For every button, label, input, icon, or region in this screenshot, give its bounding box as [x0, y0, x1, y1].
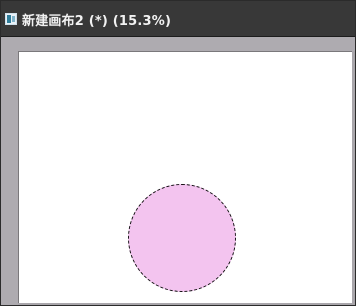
drawing-canvas[interactable]	[18, 51, 352, 303]
window-title: 新建画布2 (*) (15.3%)	[22, 14, 172, 29]
document-window: 新建画布2 (*) (15.3%)	[0, 0, 356, 306]
left-ruler	[1, 37, 18, 305]
selection-marquee[interactable]	[128, 184, 236, 292]
top-ruler	[1, 37, 355, 51]
title-bar[interactable]: 新建画布2 (*) (15.3%)	[1, 1, 355, 37]
document-icon	[5, 13, 17, 25]
